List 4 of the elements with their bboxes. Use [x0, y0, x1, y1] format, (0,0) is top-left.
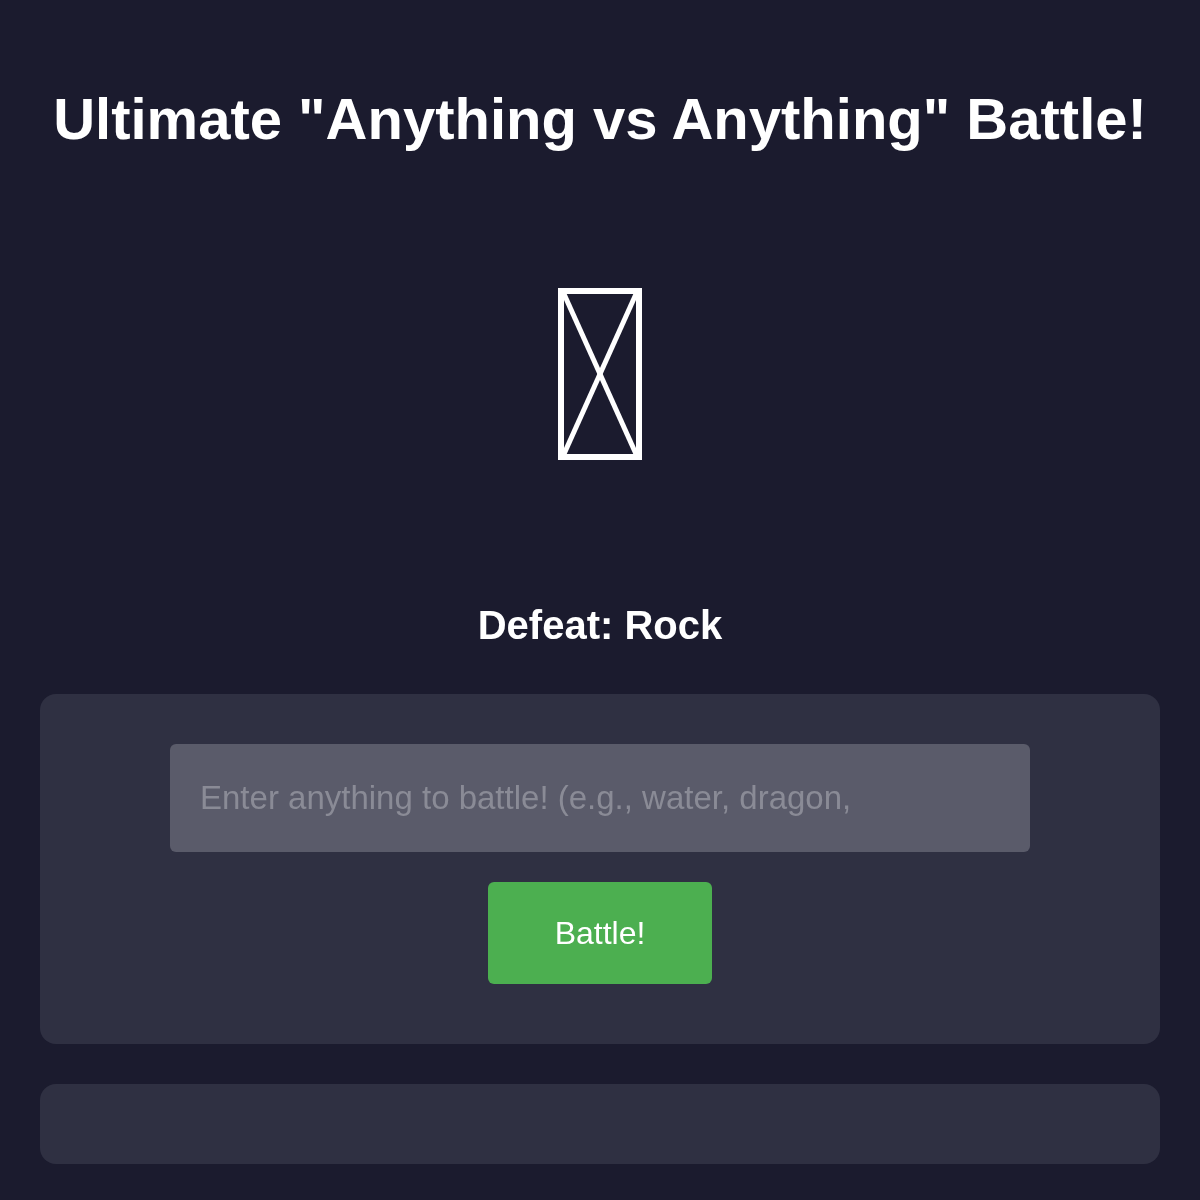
- crossed-box-icon: [558, 288, 642, 460]
- opponent-label: Defeat: Rock: [477, 602, 723, 649]
- page-title: Ultimate "Anything vs Anything" Battle!: [53, 88, 1147, 150]
- battle-button[interactable]: Battle!: [488, 882, 712, 984]
